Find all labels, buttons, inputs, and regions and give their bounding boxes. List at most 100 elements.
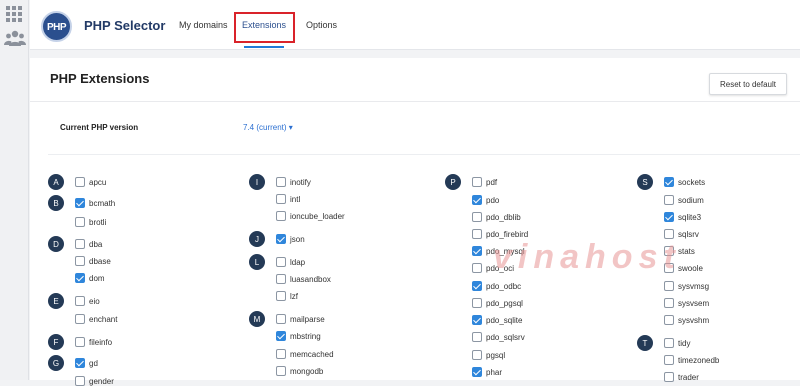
extension-label: gender bbox=[89, 377, 114, 386]
checkbox-gd[interactable] bbox=[75, 358, 85, 368]
extensions-panel: PHP Extensions Reset to default Current … bbox=[30, 58, 800, 386]
checkbox-pdo_firebird[interactable] bbox=[472, 229, 482, 239]
checkbox-pdo_sqlsrv[interactable] bbox=[472, 332, 482, 342]
extension-label: pgsql bbox=[486, 351, 506, 360]
divider bbox=[30, 101, 800, 102]
extension-label: mbstring bbox=[290, 332, 321, 341]
checkbox-bcmath[interactable] bbox=[75, 198, 85, 208]
extension-label: dba bbox=[89, 240, 103, 249]
tab-my-domains[interactable]: My domains bbox=[179, 20, 228, 30]
letter-badge-p: P bbox=[445, 174, 461, 190]
checkbox-inotify[interactable] bbox=[276, 177, 286, 187]
checkbox-pdo_odbc[interactable] bbox=[472, 281, 482, 291]
checkbox-apcu[interactable] bbox=[75, 177, 85, 187]
extension-label: pdo_sqlite bbox=[486, 316, 523, 325]
checkbox-mbstring[interactable] bbox=[276, 331, 286, 341]
page-title: PHP Extensions bbox=[50, 71, 150, 86]
checkbox-dbase[interactable] bbox=[75, 256, 85, 266]
users-icon[interactable] bbox=[4, 29, 26, 47]
letter-badge-g: G bbox=[48, 355, 64, 371]
checkbox-fileinfo[interactable] bbox=[75, 337, 85, 347]
extension-label: dbase bbox=[89, 257, 111, 266]
extension-label: eio bbox=[89, 297, 100, 306]
extension-label: luasandbox bbox=[290, 275, 331, 284]
extension-label: ioncube_loader bbox=[290, 212, 345, 221]
extension-label: swoole bbox=[678, 264, 703, 273]
checkbox-intl[interactable] bbox=[276, 194, 286, 204]
extension-label: inotify bbox=[290, 178, 311, 187]
letter-badge-a: A bbox=[48, 174, 64, 190]
checkbox-sysvmsg[interactable] bbox=[664, 281, 674, 291]
extension-label: bcmath bbox=[89, 199, 116, 208]
extension-label: dom bbox=[89, 274, 105, 283]
checkbox-dba[interactable] bbox=[75, 239, 85, 249]
extension-label: lzf bbox=[290, 292, 298, 301]
checkbox-gender[interactable] bbox=[75, 376, 85, 386]
php-version-select[interactable]: 7.4 (current) ▾ bbox=[243, 123, 293, 132]
extension-label: mailparse bbox=[290, 315, 325, 324]
extension-label: fileinfo bbox=[89, 338, 113, 347]
checkbox-ioncube_loader[interactable] bbox=[276, 211, 286, 221]
tab-options[interactable]: Options bbox=[306, 20, 337, 30]
checkbox-sysvsem[interactable] bbox=[664, 298, 674, 308]
extension-label: sodium bbox=[678, 196, 704, 205]
logo-text: PHP bbox=[46, 22, 67, 33]
checkbox-lzf[interactable] bbox=[276, 291, 286, 301]
checkbox-pdo_sqlite[interactable] bbox=[472, 315, 482, 325]
extension-label: pdo_odbc bbox=[486, 282, 522, 291]
checkbox-sockets[interactable] bbox=[664, 177, 674, 187]
extension-label: memcached bbox=[290, 350, 334, 359]
extension-label: mongodb bbox=[290, 367, 324, 376]
checkbox-timezonedb[interactable] bbox=[664, 355, 674, 365]
checkbox-brotli[interactable] bbox=[75, 217, 85, 227]
letter-badge-t: T bbox=[637, 335, 653, 351]
extension-label: gd bbox=[89, 359, 98, 368]
extension-label: enchant bbox=[89, 315, 118, 324]
letter-badge-d: D bbox=[48, 236, 64, 252]
current-version-label: Current PHP version bbox=[60, 123, 139, 132]
checkbox-luasandbox[interactable] bbox=[276, 274, 286, 284]
checkbox-pdo_dblib[interactable] bbox=[472, 212, 482, 222]
extension-label: sockets bbox=[678, 178, 706, 187]
extension-label: sysvmsg bbox=[678, 282, 710, 291]
letter-badge-s: S bbox=[637, 174, 653, 190]
extension-label: apcu bbox=[89, 178, 107, 187]
checkbox-tidy[interactable] bbox=[664, 338, 674, 348]
extension-label: sysvshm bbox=[678, 316, 710, 325]
watermark: vinahost bbox=[493, 238, 681, 276]
checkbox-sqlite3[interactable] bbox=[664, 212, 674, 222]
checkbox-sysvshm[interactable] bbox=[664, 315, 674, 325]
checkbox-dom[interactable] bbox=[75, 273, 85, 283]
extension-label: phar bbox=[486, 368, 503, 377]
checkbox-pdo[interactable] bbox=[472, 195, 482, 205]
reset-to-default-button[interactable]: Reset to default bbox=[709, 73, 787, 95]
checkbox-mongodb[interactable] bbox=[276, 366, 286, 376]
checkbox-pdo_mysql[interactable] bbox=[472, 246, 482, 256]
extension-label: ldap bbox=[290, 258, 306, 267]
tab-highlight-box bbox=[234, 12, 295, 43]
checkbox-ldap[interactable] bbox=[276, 257, 286, 267]
php-logo: PHP bbox=[41, 11, 72, 42]
checkbox-enchant[interactable] bbox=[75, 314, 85, 324]
checkbox-memcached[interactable] bbox=[276, 349, 286, 359]
checkbox-json[interactable] bbox=[276, 234, 286, 244]
letter-badge-j: J bbox=[249, 231, 265, 247]
checkbox-phar[interactable] bbox=[472, 367, 482, 377]
letter-badge-i: I bbox=[249, 174, 265, 190]
app-title: PHP Selector bbox=[84, 18, 166, 33]
checkbox-pdo_pgsql[interactable] bbox=[472, 298, 482, 308]
extension-label: timezonedb bbox=[678, 356, 720, 365]
extension-label: pdo_pgsql bbox=[486, 299, 523, 308]
checkbox-mailparse[interactable] bbox=[276, 314, 286, 324]
top-bar: PHP PHP Selector My domains Extensions O… bbox=[30, 0, 800, 50]
checkbox-trader[interactable] bbox=[664, 372, 674, 382]
checkbox-pdo_oci[interactable] bbox=[472, 263, 482, 273]
checkbox-pgsql[interactable] bbox=[472, 350, 482, 360]
checkbox-eio[interactable] bbox=[75, 296, 85, 306]
extension-label: pdf bbox=[486, 178, 498, 187]
checkbox-sodium[interactable] bbox=[664, 195, 674, 205]
extension-label: sqlsrv bbox=[678, 230, 699, 239]
extension-label: sqlite3 bbox=[678, 213, 702, 222]
apps-grid-icon[interactable] bbox=[6, 6, 22, 22]
checkbox-pdf[interactable] bbox=[472, 177, 482, 187]
